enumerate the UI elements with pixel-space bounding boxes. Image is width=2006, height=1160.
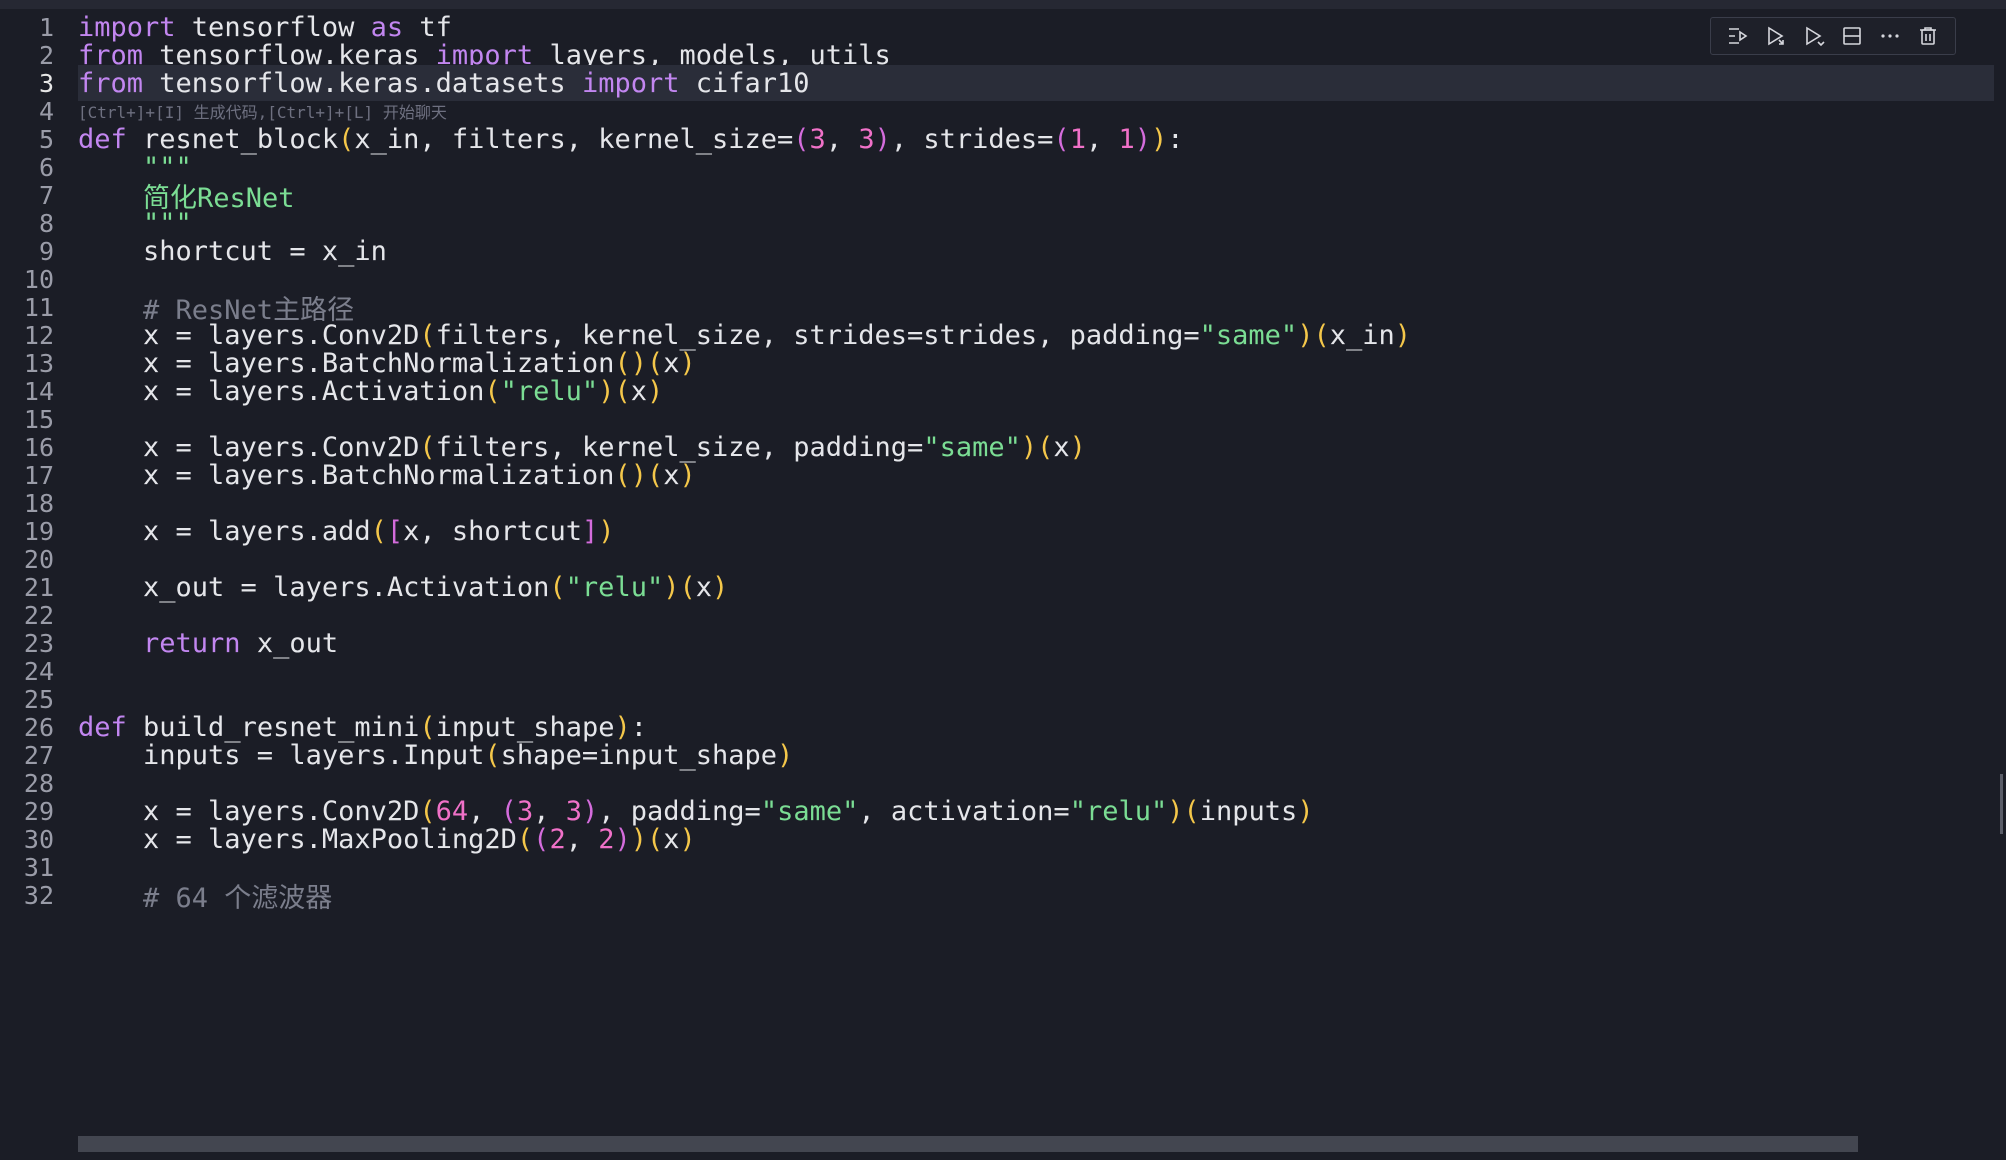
cell-toolbar — [1710, 17, 1956, 55]
line-number: 32 — [23, 880, 54, 910]
delete-icon — [1920, 27, 1936, 45]
more-actions-button[interactable] — [1875, 21, 1905, 51]
split-cell-icon — [1843, 27, 1861, 45]
run-cell-button[interactable] — [1761, 21, 1791, 51]
comment: # 64 个滤波器 — [78, 882, 333, 914]
execute-above-icon — [1729, 28, 1748, 44]
ai-hint-text: [Ctrl+]+[I] 生成代码,[Ctrl+]+[L] 开始聊天 — [78, 103, 447, 122]
code-line[interactable]: 32 # 64 个滤波器 — [0, 877, 2006, 914]
execute-above-button[interactable] — [1723, 21, 1753, 51]
vertical-scroll-marker[interactable] — [2000, 774, 2003, 834]
split-cell-button[interactable] — [1837, 21, 1867, 51]
delete-cell-button[interactable] — [1913, 21, 1943, 51]
horizontal-scrollbar[interactable] — [78, 1136, 1858, 1152]
code-editor[interactable]: 1 import tensorflow as tf 2 from tensorf… — [0, 9, 2006, 1160]
code-text[interactable]: # 64 个滤波器 — [78, 877, 1994, 914]
title-bar-strip — [0, 0, 2006, 9]
run-below-button[interactable] — [1799, 21, 1829, 51]
more-icon — [1881, 34, 1899, 38]
run-cell-icon — [1768, 26, 1784, 46]
run-below-icon — [1806, 26, 1825, 47]
